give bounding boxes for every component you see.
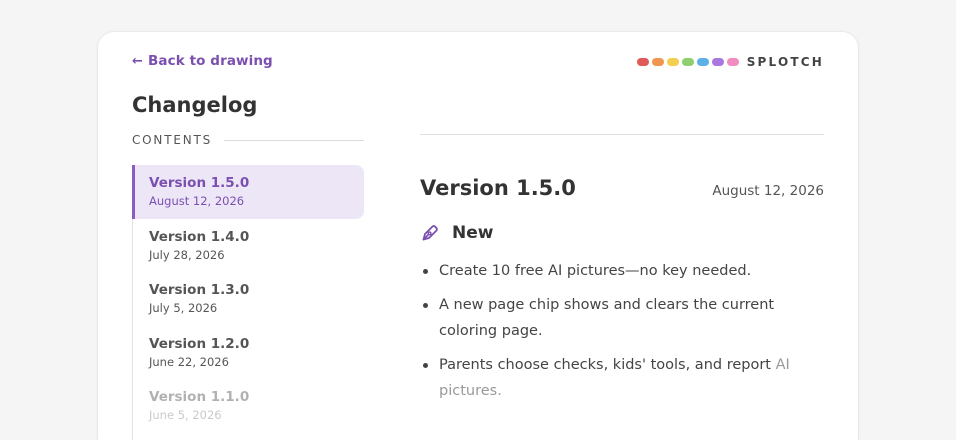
brand-logo: SPLOTCH <box>636 55 824 69</box>
list-item: Parents choose checks, kids' tools, and … <box>420 352 800 404</box>
changes-list: Create 10 free AI pictures—no key needed… <box>420 258 800 412</box>
toc-item-date: July 5, 2026 <box>149 301 218 315</box>
brand-name: SPLOTCH <box>746 55 824 69</box>
toc-item-1-1-0[interactable]: Version 1.1.0 June 5, 2026 <box>133 379 364 433</box>
list-item-text: A new page chip shows and clears the cur… <box>439 297 775 339</box>
version-date: August 12, 2026 <box>712 183 824 199</box>
pen-icon <box>420 223 440 243</box>
color-dot <box>651 58 664 66</box>
list-item-text: Create 10 free AI pictures—no key needed… <box>439 263 752 279</box>
toc-item-date: August 12, 2026 <box>149 194 245 208</box>
section-heading-new: New <box>420 223 493 243</box>
back-link-label: Back to drawing <box>148 53 273 69</box>
list-item: Create 10 free AI pictures—no key needed… <box>420 258 800 284</box>
toc-item-date: July 28, 2026 <box>149 247 225 262</box>
table-of-contents: Version 1.5.0 August 12, 2026 Version 1.… <box>132 165 364 440</box>
list-item: A new page chip shows and clears the cur… <box>420 292 800 344</box>
toc-item-1-3-0[interactable]: Version 1.3.0 July 5, 2026 <box>133 272 364 326</box>
color-dot <box>726 58 739 66</box>
divider <box>224 139 364 141</box>
toc-item-version: Version 1.4.0 <box>149 228 250 245</box>
section-label: New <box>452 223 494 243</box>
color-dot <box>696 58 709 66</box>
color-dot <box>711 58 724 66</box>
contents-heading: CONTENTS <box>132 133 364 147</box>
page-title: Changelog <box>132 93 258 117</box>
color-dots <box>636 58 739 66</box>
toc-item-1-5-0[interactable]: Version 1.5.0 August 12, 2026 <box>132 165 364 219</box>
divider <box>420 134 824 135</box>
list-item-text: Parents choose checks, kids' tools, and … <box>439 357 771 373</box>
toc-item-version: Version 1.1.0 <box>149 389 250 405</box>
color-dot <box>666 58 679 66</box>
toc-item-version: Version 1.3.0 <box>149 282 250 298</box>
changelog-card: ← Back to drawing SPLOTCH Changelog CONT… <box>98 32 858 440</box>
contents-label: CONTENTS <box>132 133 213 147</box>
color-dot <box>681 58 694 66</box>
toc-item-date: June 5, 2026 <box>149 408 222 422</box>
back-to-drawing-link[interactable]: ← Back to drawing <box>132 53 273 69</box>
toc-item-date: June 22, 2026 <box>149 354 229 369</box>
version-title: Version 1.5.0 <box>420 176 576 200</box>
toc-item-1-2-0[interactable]: Version 1.2.0 June 22, 2026 <box>133 326 364 380</box>
toc-item-1-4-0[interactable]: Version 1.4.0 July 28, 2026 <box>133 219 364 273</box>
back-arrow-icon: ← <box>132 53 143 69</box>
toc-item-version: Version 1.5.0 <box>149 175 250 191</box>
toc-item-version: Version 1.2.0 <box>149 335 250 352</box>
color-dot <box>636 58 649 66</box>
